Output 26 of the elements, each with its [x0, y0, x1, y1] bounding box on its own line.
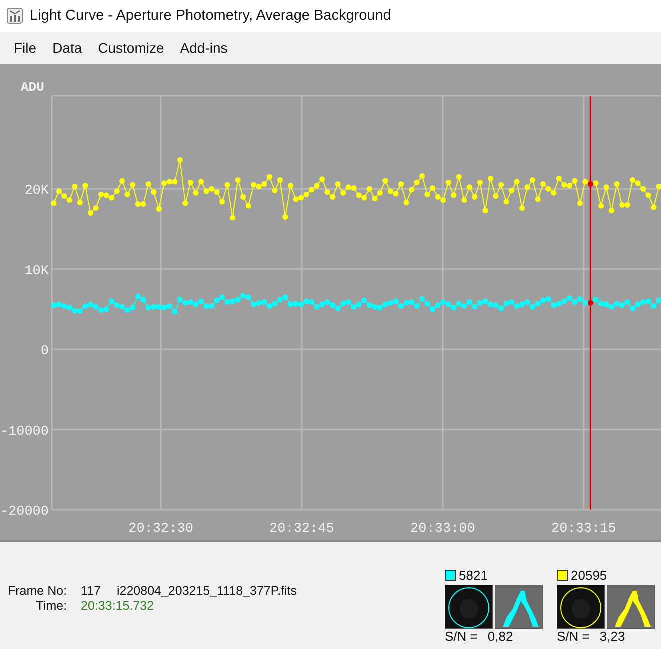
sn-label: S/N =	[445, 629, 478, 644]
x-tick-label: 20:32:30	[128, 522, 194, 537]
y-axis-label: ADU	[21, 80, 44, 95]
y-tick-label: -10000	[0, 424, 49, 440]
x-tick-label: 20:32:45	[270, 522, 334, 537]
frame-number: 117	[81, 584, 102, 598]
sn-label: S/N =	[557, 629, 590, 644]
y-tick-label: 0	[40, 344, 49, 360]
time-value: 20:33:15.732	[81, 599, 156, 613]
file-name: i220804_203215_1118_377P.fits	[116, 584, 298, 598]
frame-label: Frame No:	[8, 584, 68, 598]
y-tick-label: 10K	[24, 264, 49, 280]
y-tick-label: -20000	[0, 505, 49, 520]
x-tick-label: 20:33:00	[410, 522, 476, 537]
target-value: 5821	[459, 568, 488, 583]
sn-value: 3,23	[600, 629, 626, 644]
menu-item[interactable]: File	[6, 37, 45, 59]
target-value: 20595	[571, 568, 608, 583]
window-title: Light Curve - Aperture Photometry, Average Background	[30, 8, 392, 24]
menu-item[interactable]: Data	[44, 37, 90, 59]
x-tick-label: 20:33:15	[552, 522, 616, 537]
sn-value: 0,82	[488, 629, 514, 644]
menu-item[interactable]: Customize	[90, 37, 172, 59]
menu-item[interactable]: Add-ins	[172, 37, 236, 59]
y-tick-label: 20K	[24, 184, 49, 200]
time-label: Time:	[35, 599, 68, 613]
